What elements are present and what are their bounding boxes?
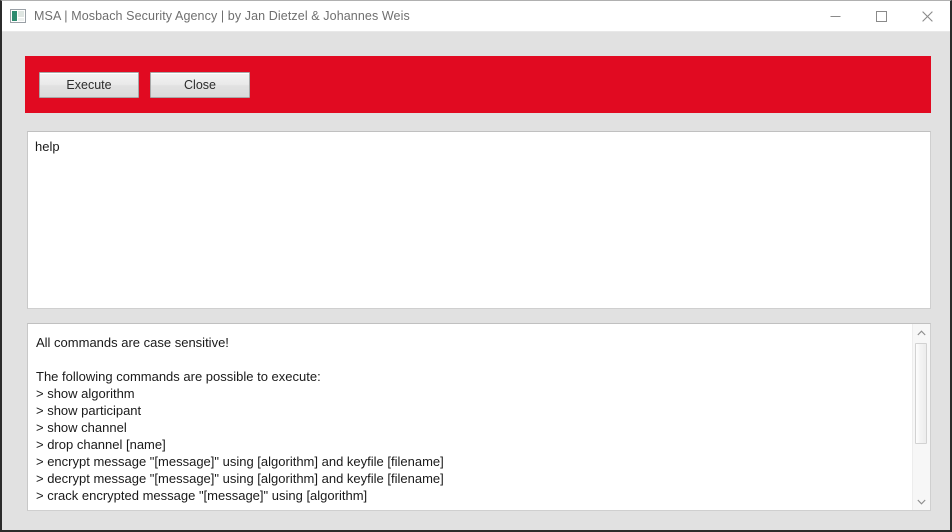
chevron-down-icon (917, 499, 926, 505)
minimize-button[interactable] (812, 1, 858, 31)
scrollbar-down-button[interactable] (913, 493, 930, 510)
window-controls (812, 1, 950, 31)
window-title: MSA | Mosbach Security Agency | by Jan D… (34, 9, 410, 23)
close-command-button[interactable]: Close (150, 71, 250, 98)
scrollbar-thumb[interactable] (915, 343, 927, 444)
close-button[interactable] (904, 1, 950, 31)
command-input-value[interactable]: help (35, 139, 930, 155)
output-scrollbar[interactable] (912, 324, 930, 510)
output-console-text[interactable]: All commands are case sensitive! The fol… (28, 324, 912, 510)
chevron-up-icon (917, 329, 926, 335)
minimize-icon (830, 15, 840, 17)
application-window: MSA | Mosbach Security Agency | by Jan D… (0, 0, 952, 532)
output-console: All commands are case sensitive! The fol… (27, 323, 931, 511)
title-bar: MSA | Mosbach Security Agency | by Jan D… (2, 1, 950, 32)
command-input-area[interactable]: help (27, 131, 931, 309)
action-toolbar: Execute Close (25, 56, 931, 113)
application-icon (10, 9, 26, 23)
maximize-button[interactable] (858, 1, 904, 31)
execute-button[interactable]: Execute (39, 71, 139, 98)
maximize-icon (875, 10, 887, 22)
scrollbar-up-button[interactable] (913, 324, 930, 341)
close-icon (921, 10, 933, 22)
